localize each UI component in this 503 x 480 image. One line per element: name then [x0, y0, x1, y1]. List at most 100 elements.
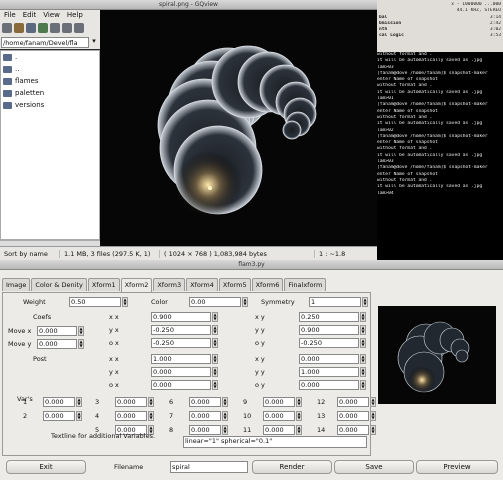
post-xx-field[interactable]: 1.000: [151, 354, 211, 364]
gqview-menubar: File Edit View Help: [0, 10, 100, 21]
refresh-icon[interactable]: [38, 23, 48, 33]
menu-edit[interactable]: Edit: [23, 11, 37, 19]
list-item[interactable]: .: [1, 51, 99, 63]
spin-button[interactable]: ▲ ▼: [222, 411, 228, 421]
spin-button[interactable]: ▲ ▼: [78, 326, 84, 336]
var-field[interactable]: 0.000: [337, 425, 369, 435]
var-field[interactable]: 0.000: [337, 397, 369, 407]
zoom-in-icon[interactable]: [50, 23, 60, 33]
menu-help[interactable]: Help: [67, 11, 83, 19]
spin-button[interactable]: ▲ ▼: [212, 380, 218, 390]
spin-button[interactable]: ▲ ▼: [148, 411, 154, 421]
spin-button[interactable]: ▲ ▼: [296, 411, 302, 421]
post-yx-field[interactable]: 0.000: [151, 367, 211, 377]
home-icon[interactable]: [14, 23, 24, 33]
list-item[interactable]: ..: [1, 63, 99, 75]
spin-button[interactable]: ▲ ▼: [360, 338, 366, 348]
spin-button[interactable]: ▲ ▼: [360, 354, 366, 364]
tab-xform6[interactable]: Xform6: [251, 278, 284, 291]
yy-field[interactable]: 0.900: [299, 325, 359, 335]
var-field[interactable]: 0.000: [263, 411, 295, 421]
spin-button[interactable]: ▲ ▼: [212, 312, 218, 322]
spin-button[interactable]: ▲ ▼: [370, 397, 376, 407]
spin-button[interactable]: ▲ ▼: [242, 297, 248, 307]
spin-button[interactable]: ▲ ▼: [222, 397, 228, 407]
yx-field[interactable]: -0.250: [151, 325, 211, 335]
spin-button[interactable]: ▲ ▼: [78, 339, 84, 349]
sort-button[interactable]: Sort by name: [0, 249, 60, 258]
color-field[interactable]: 0.00: [189, 297, 241, 307]
spin-button[interactable]: ▲ ▼: [370, 411, 376, 421]
tab-xform1[interactable]: Xform1: [87, 278, 120, 291]
list-item[interactable]: flames: [1, 75, 99, 87]
spin-button[interactable]: ▲ ▼: [76, 397, 82, 407]
spin-button[interactable]: ▲ ▼: [370, 425, 376, 435]
up-folder-icon[interactable]: [26, 23, 36, 33]
spin-button[interactable]: ▲ ▼: [76, 411, 82, 421]
tab-xform5[interactable]: Xform5: [218, 278, 251, 291]
textline-label: Textline for additional Variables.: [51, 432, 156, 440]
spin-button[interactable]: ▲ ▼: [296, 425, 302, 435]
xx-field[interactable]: 0.900: [151, 312, 211, 322]
image-view[interactable]: [100, 10, 377, 247]
spin-button[interactable]: ▲ ▼: [212, 325, 218, 335]
var-field[interactable]: 0.000: [115, 411, 147, 421]
spin-button[interactable]: ▲ ▼: [360, 325, 366, 335]
spin-button[interactable]: ▲ ▼: [122, 297, 128, 307]
zoom-out-icon[interactable]: [62, 23, 72, 33]
move-x-field[interactable]: 0.000: [37, 326, 77, 336]
path-input[interactable]: /home/fanam/Devel/fla: [1, 36, 89, 48]
thumbnails-icon[interactable]: [2, 23, 12, 33]
oy-field[interactable]: -0.250: [299, 338, 359, 348]
spin-button[interactable]: ▲ ▼: [362, 297, 368, 307]
post-ox-field[interactable]: 0.000: [151, 380, 211, 390]
tab-finalxform[interactable]: Finalxform: [284, 278, 327, 291]
var-field[interactable]: 0.000: [43, 397, 75, 407]
var-number: 3: [95, 398, 100, 406]
var-field[interactable]: 0.000: [115, 397, 147, 407]
menu-file[interactable]: File: [4, 11, 16, 19]
filename-input[interactable]: spiral: [170, 461, 248, 473]
tab-xform2[interactable]: Xform2: [120, 278, 153, 292]
list-item[interactable]: versions: [1, 99, 99, 111]
tab-xform4[interactable]: Xform4: [186, 278, 218, 291]
spin-button[interactable]: ▲ ▼: [360, 380, 366, 390]
spin-button[interactable]: ▲ ▼: [360, 312, 366, 322]
spin-button[interactable]: ▲ ▼: [212, 367, 218, 377]
var-field[interactable]: 0.000: [337, 411, 369, 421]
tab-color-denity[interactable]: Color & Denity: [31, 278, 87, 291]
post-yy-field[interactable]: 1.000: [299, 367, 359, 377]
var-field[interactable]: 0.000: [263, 425, 295, 435]
exit-button[interactable]: Exit: [6, 460, 86, 474]
post-oy-field[interactable]: 0.000: [299, 380, 359, 390]
save-button[interactable]: Save: [334, 460, 414, 474]
list-item[interactable]: paletten: [1, 87, 99, 99]
spin-button[interactable]: ▲ ▼: [148, 397, 154, 407]
symmetry-field[interactable]: 1: [309, 297, 361, 307]
var-field[interactable]: 0.000: [189, 411, 221, 421]
spin-button[interactable]: ▲ ▼: [360, 367, 366, 377]
spin-button[interactable]: ▲ ▼: [222, 425, 228, 435]
spin-button[interactable]: ▲ ▼: [212, 338, 218, 348]
var-field[interactable]: 0.000: [263, 397, 295, 407]
post-xy-field[interactable]: 0.000: [299, 354, 359, 364]
zoom-fit-icon[interactable]: [74, 23, 84, 33]
var-field[interactable]: 0.000: [189, 425, 221, 435]
ox-field[interactable]: -0.250: [151, 338, 211, 348]
var-number: 12: [317, 398, 326, 406]
spin-button[interactable]: ▲ ▼: [296, 397, 302, 407]
chevron-down-icon[interactable]: ▾: [89, 37, 99, 48]
weight-field[interactable]: 0.50: [69, 297, 121, 307]
preview-button[interactable]: Preview: [416, 460, 498, 474]
tab-xform3[interactable]: Xform3: [153, 278, 186, 291]
terminal-window[interactable]: x - 1000000 ...000 44.1 KHZ, STEREO bal 3:1…: [377, 0, 503, 260]
xy-field[interactable]: 0.250: [299, 312, 359, 322]
tab-image[interactable]: Image: [2, 278, 31, 291]
render-button[interactable]: Render: [252, 460, 332, 474]
textline-input[interactable]: linear="1" spherical="0.1": [183, 436, 367, 448]
var-field[interactable]: 0.000: [189, 397, 221, 407]
spin-button[interactable]: ▲ ▼: [212, 354, 218, 364]
move-y-field[interactable]: 0.000: [37, 339, 77, 349]
var-field[interactable]: 0.000: [43, 411, 75, 421]
menu-view[interactable]: View: [43, 11, 60, 19]
